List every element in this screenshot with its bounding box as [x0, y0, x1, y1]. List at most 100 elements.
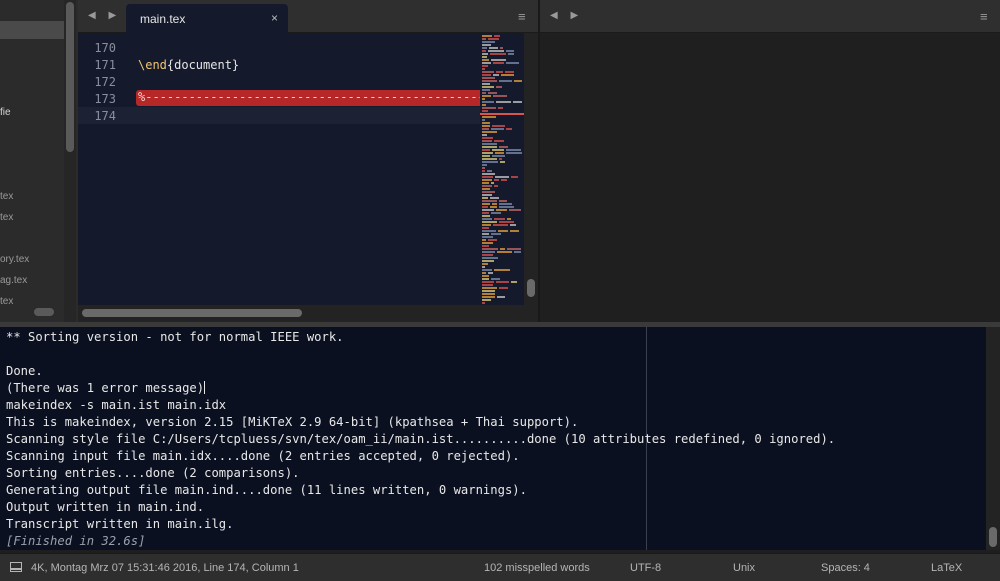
- minimap[interactable]: [480, 33, 524, 305]
- minimap-line: [482, 197, 488, 199]
- line-number: 171: [94, 58, 116, 72]
- minimap-line: [499, 203, 512, 205]
- minimap-line: [482, 176, 493, 178]
- minimap-line: [482, 86, 494, 88]
- output-scroll-thumb[interactable]: [989, 527, 997, 547]
- sidebar-file-item[interactable]: ag.tex: [0, 275, 27, 286]
- output-line: (There was 1 error message): [6, 381, 206, 395]
- status-indentation[interactable]: Spaces: 4: [821, 562, 870, 574]
- status-line-endings[interactable]: Unix: [733, 562, 755, 574]
- status-encoding[interactable]: UTF-8: [630, 562, 661, 574]
- minimap-line: [500, 47, 503, 49]
- sidebar-file-item[interactable]: tex: [0, 191, 13, 202]
- sidebar: fie tex tex ory.tex ag.tex tex: [0, 0, 78, 322]
- sidebar-file-item[interactable]: tex: [0, 212, 13, 223]
- sidebar-file-item[interactable]: fie: [0, 107, 11, 118]
- sidebar-horizontal-scroll-thumb[interactable]: [34, 308, 54, 316]
- editor-scroll-thumb[interactable]: [527, 279, 535, 297]
- minimap-line: [482, 125, 490, 127]
- minimap-line: [482, 71, 494, 73]
- tab-nav-arrows-icon[interactable]: ◀ ▶: [550, 10, 583, 21]
- minimap-line: [505, 71, 514, 73]
- minimap-line: [482, 209, 494, 211]
- code-editor[interactable]: 170 171 \end{document} 172 173 %--------…: [78, 33, 480, 305]
- minimap-line: [514, 251, 521, 253]
- minimap-line: [482, 278, 489, 280]
- minimap-line: [494, 179, 499, 181]
- minimap-line: [492, 203, 497, 205]
- status-syntax[interactable]: LaTeX: [931, 562, 962, 574]
- minimap-line: [482, 110, 488, 112]
- minimap-line: [482, 254, 493, 256]
- minimap-line: [482, 281, 494, 283]
- sidebar-scroll-thumb[interactable]: [66, 2, 74, 152]
- minimap-line: [482, 47, 487, 49]
- editor-vertical-scrollbar[interactable]: [524, 33, 538, 305]
- minimap-line: [482, 179, 492, 181]
- minimap-line: [496, 86, 502, 88]
- output-line: makeindex -s main.ist main.idx: [6, 398, 227, 412]
- minimap-line: [494, 269, 510, 271]
- minimap-line: [482, 218, 492, 220]
- minimap-line: [493, 62, 504, 64]
- tab-main-tex[interactable]: main.tex ×: [126, 4, 288, 33]
- minimap-line: [482, 266, 485, 268]
- status-spelling: 102 misspelled words: [484, 562, 590, 574]
- tab-menu-icon[interactable]: ≡: [518, 9, 526, 24]
- minimap-line: [482, 233, 489, 235]
- build-output-panel[interactable]: ** Sorting version - not for normal IEEE…: [0, 327, 986, 550]
- right-tab-bar: ◀ ▶ ≡: [540, 0, 1000, 33]
- sidebar-selected-row[interactable]: [0, 21, 64, 39]
- tab-menu-icon[interactable]: ≡: [980, 9, 988, 24]
- empty-editor-pane[interactable]: [540, 33, 1000, 322]
- minimap-line: [511, 176, 518, 178]
- minimap-line: [491, 233, 501, 235]
- minimap-line: [482, 62, 491, 64]
- minimap-line: [482, 284, 493, 286]
- minimap-line: [492, 149, 504, 151]
- minimap-line: [491, 128, 504, 130]
- minimap-line: [494, 185, 498, 187]
- minimap-line: [482, 221, 497, 223]
- sidebar-file-item[interactable]: ory.tex: [0, 254, 29, 265]
- output-vertical-scrollbar[interactable]: [986, 327, 1000, 550]
- minimap-line: [482, 92, 486, 94]
- minimap-line: [482, 83, 490, 85]
- editor-horizontal-scroll-thumb[interactable]: [82, 309, 302, 317]
- minimap-line: [488, 239, 497, 241]
- sidebar-file-item[interactable]: tex: [0, 296, 13, 307]
- minimap-line: [506, 50, 514, 52]
- minimap-line: [482, 167, 485, 169]
- minimap-line: [482, 248, 498, 250]
- minimap-line: [501, 179, 507, 181]
- minimap-line: [499, 146, 508, 148]
- left-tab-bar: ◀ ▶ main.tex × ≡: [78, 0, 538, 33]
- minimap-line: [482, 215, 490, 217]
- minimap-line: [482, 161, 498, 163]
- minimap-line: [482, 119, 485, 121]
- minimap-line: [482, 263, 488, 265]
- output-line: Transcript written in main.ilg.: [6, 517, 234, 531]
- minimap-line: [482, 290, 495, 292]
- panel-toggle-icon[interactable]: [10, 562, 22, 572]
- editor-horizontal-scrollbar[interactable]: [78, 305, 538, 322]
- tab-nav-arrows-icon[interactable]: ◀ ▶: [88, 10, 121, 21]
- minimap-line: [494, 140, 504, 142]
- minimap-line: [482, 116, 496, 118]
- minimap-line: [482, 128, 489, 130]
- output-line: ** Sorting version - not for normal IEEE…: [6, 330, 344, 344]
- minimap-line: [482, 287, 497, 289]
- minimap-line: [497, 251, 512, 253]
- minimap-line: [482, 275, 489, 277]
- line-number: 170: [94, 41, 116, 55]
- sidebar-vertical-scrollbar[interactable]: [64, 0, 76, 322]
- minimap-line: [482, 293, 495, 295]
- minimap-line: [506, 62, 519, 64]
- minimap-line: [482, 146, 497, 148]
- output-text: (There was 1 error message): [6, 381, 205, 395]
- close-icon[interactable]: ×: [271, 11, 278, 25]
- minimap-line: [482, 239, 486, 241]
- minimap-line: [491, 182, 494, 184]
- minimap-line: [482, 104, 486, 106]
- minimap-line: [482, 188, 490, 190]
